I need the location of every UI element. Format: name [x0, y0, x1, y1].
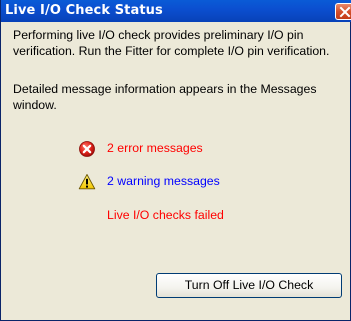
error-messages-text[interactable]: 2 error messages [107, 140, 203, 156]
live-io-check-status-window: Live I/O Check Status Performing live I/… [0, 0, 351, 321]
close-button[interactable] [335, 3, 351, 20]
warning-icon [78, 174, 96, 190]
close-icon [339, 6, 351, 18]
error-icon [79, 141, 95, 157]
window-title: Live I/O Check Status [5, 3, 163, 18]
description-text: Performing live I/O check provides preli… [13, 28, 330, 58]
warning-messages-text[interactable]: 2 warning messages [107, 173, 220, 189]
turn-off-live-io-check-button[interactable]: Turn Off Live I/O Check [156, 273, 342, 298]
title-bar[interactable]: Live I/O Check Status [1, 0, 351, 22]
dialog-content: Performing live I/O check provides preli… [1, 22, 350, 320]
status-text: Live I/O checks failed [107, 208, 224, 222]
messages-info-text: Detailed message information appears in … [13, 82, 317, 112]
